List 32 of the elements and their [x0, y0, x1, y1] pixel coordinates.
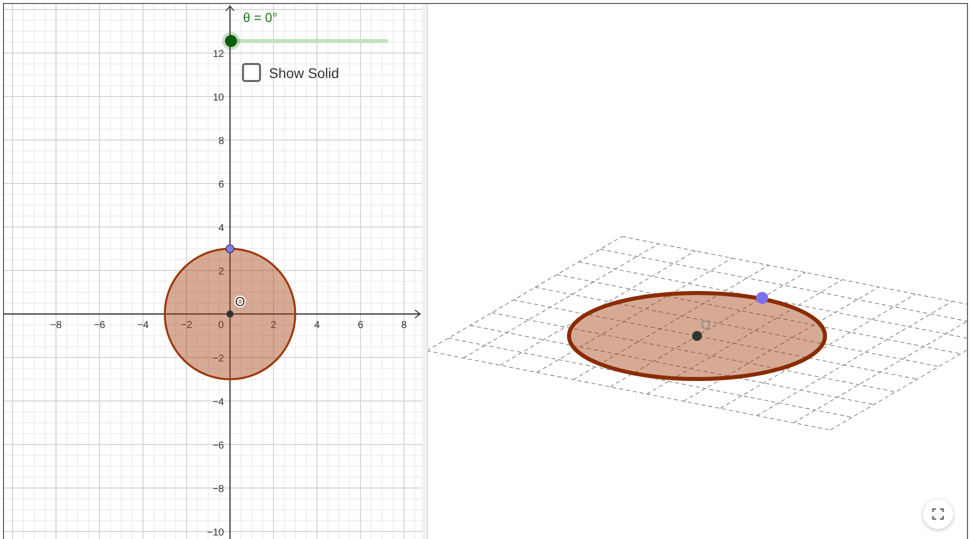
point-label: O	[235, 294, 246, 309]
slider-label: θ = 0°	[243, 10, 278, 25]
axis-label: 12	[212, 49, 224, 60]
point-label: O	[701, 318, 710, 332]
point[interactable]	[692, 331, 702, 341]
axis-label: −4	[212, 397, 224, 408]
disk[interactable]	[164, 248, 296, 380]
axis-label: −4	[137, 320, 149, 331]
axis-label: −6	[94, 320, 106, 331]
axis-label: 0	[218, 320, 224, 331]
axis-label: −8	[212, 484, 224, 495]
axis-label: 6	[358, 320, 364, 331]
axis-label: −10	[207, 528, 224, 538]
axis-label: −2	[180, 320, 192, 331]
axis-label: 2	[270, 320, 276, 331]
axis-label: 8	[218, 136, 224, 147]
point[interactable]	[226, 244, 234, 254]
axis-label: −2	[212, 354, 224, 364]
point[interactable]	[226, 310, 234, 318]
axis-label: −6	[212, 440, 224, 452]
axis-label: 2	[218, 266, 224, 278]
show-solid-checkbox[interactable]: Show Solid	[242, 63, 340, 82]
disk[interactable]	[567, 291, 827, 381]
axis-label: 4	[314, 320, 320, 331]
fullscreen-button[interactable]	[923, 499, 953, 529]
point[interactable]	[756, 292, 768, 304]
fullscreen-icon	[932, 508, 944, 520]
axis-label: 10	[212, 92, 224, 104]
axis-label: 6	[218, 180, 224, 190]
axis-label: 8	[401, 320, 407, 331]
axis-label: 4	[218, 223, 224, 234]
axis-label: −8	[50, 320, 62, 331]
